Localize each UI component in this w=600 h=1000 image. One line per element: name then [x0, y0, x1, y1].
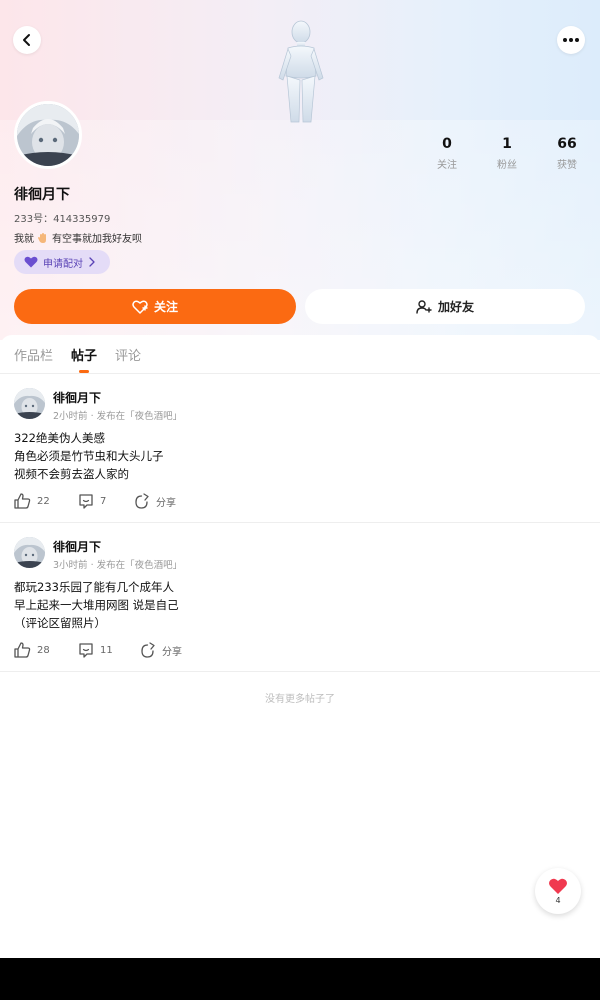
share-icon — [141, 642, 155, 658]
more-icon — [563, 38, 579, 42]
post-body: 都玩233乐园了能有几个成年人 早上起来一大堆用网图 说是自己 （评论区留照片） — [14, 578, 179, 632]
post-author[interactable]: 徘徊月下 — [53, 389, 101, 406]
like-icon — [14, 493, 31, 509]
like-button[interactable]: 22 — [14, 493, 78, 509]
stat-following-value: 0 — [442, 136, 452, 152]
post-body: 322绝美伪人美感 角色必须是竹节虫和大头儿子 视频不会剪去盗人家的 — [14, 429, 164, 483]
stat-following[interactable]: 0 关注 — [417, 136, 477, 171]
add-user-icon — [416, 299, 432, 314]
chevron-right-icon — [89, 257, 95, 267]
match-request-label: 申请配对 — [43, 258, 83, 270]
post-divider — [0, 522, 600, 523]
profile-bio: 我就 有空事就加我好友呗 — [14, 230, 142, 245]
profile-stats: 0 关注 1 粉丝 66 获赞 — [417, 136, 597, 171]
profile-uid: 233号：414335979 — [14, 214, 111, 225]
post-line: （评论区留照片） — [14, 616, 106, 630]
no-more-posts: 没有更多帖子了 — [265, 694, 335, 705]
like-count: 22 — [37, 495, 50, 507]
post-author[interactable]: 徘徊月下 — [53, 538, 101, 555]
post-actions: 28 11 分享 — [14, 642, 182, 658]
share-button[interactable]: 分享 — [134, 493, 176, 509]
post-avatar-image — [14, 537, 45, 568]
stat-likes-label: 获赞 — [557, 160, 577, 171]
tabs-divider — [0, 373, 600, 374]
share-icon — [135, 493, 149, 509]
floating-heart-count: 4 — [555, 895, 561, 905]
stat-likes[interactable]: 66 获赞 — [537, 136, 597, 171]
bio-text-after: 有空事就加我好友呗 — [52, 234, 142, 245]
like-button[interactable]: 28 — [14, 642, 78, 658]
share-button[interactable]: 分享 — [140, 642, 182, 658]
comment-button[interactable]: 7 — [78, 493, 134, 509]
share-label: 分享 — [162, 646, 182, 658]
stat-following-label: 关注 — [437, 160, 457, 171]
comment-icon — [79, 643, 93, 658]
post-actions: 22 7 分享 — [14, 493, 176, 509]
tab-posts[interactable]: 帖子 — [71, 345, 97, 373]
add-friend-button[interactable]: 加好友 — [305, 289, 585, 324]
follow-heart-icon — [132, 300, 148, 314]
post-line: 角色必须是竹节虫和大头儿子 — [14, 449, 164, 463]
post-line: 都玩233乐园了能有几个成年人 — [14, 580, 174, 594]
post-line: 早上起来一大堆用网图 说是自己 — [14, 598, 179, 612]
bio-text-before: 我就 — [14, 234, 34, 245]
more-button[interactable] — [557, 26, 585, 54]
comment-button[interactable]: 11 — [78, 642, 140, 658]
hand-emoji-icon — [38, 232, 46, 243]
stat-fans-label: 粉丝 — [497, 160, 517, 171]
avatar-image — [17, 104, 79, 166]
comment-icon — [79, 494, 93, 509]
like-icon — [14, 642, 31, 658]
match-request-button[interactable]: 申请配对 — [14, 250, 110, 274]
post-meta: 3小时前 · 发布在「夜色酒吧」 — [53, 560, 183, 571]
system-navigation-bar — [0, 958, 600, 1000]
post-divider — [0, 671, 600, 672]
stat-fans-value: 1 — [502, 136, 512, 152]
back-icon — [23, 34, 30, 46]
post-meta: 2小时前 · 发布在「夜色酒吧」 — [53, 411, 183, 422]
follow-label: 关注 — [153, 300, 178, 314]
follow-button[interactable]: 关注 — [14, 289, 296, 324]
post-line: 视频不会剪去盗人家的 — [14, 467, 129, 481]
stat-fans[interactable]: 1 粉丝 — [477, 136, 537, 171]
profile-tabs: 作品栏 帖子 评论 — [14, 345, 141, 373]
comment-count: 7 — [100, 495, 107, 507]
avatar-figure — [278, 20, 324, 123]
post-avatar[interactable] — [14, 388, 45, 419]
post-line: 322绝美伪人美感 — [14, 431, 105, 445]
tab-comments[interactable]: 评论 — [115, 345, 141, 373]
tab-works[interactable]: 作品栏 — [14, 345, 53, 373]
add-friend-label: 加好友 — [437, 300, 474, 314]
heart-icon — [549, 878, 567, 894]
comment-count: 11 — [100, 644, 113, 656]
share-label: 分享 — [156, 497, 176, 509]
floating-heart-button[interactable]: 4 — [535, 868, 581, 914]
like-count: 28 — [37, 644, 50, 656]
post-avatar-image — [14, 388, 45, 419]
profile-avatar[interactable] — [14, 101, 82, 169]
post-avatar[interactable] — [14, 537, 45, 568]
heart-icon — [24, 256, 38, 268]
back-button[interactable] — [13, 26, 41, 54]
profile-name: 徘徊月下 — [14, 187, 70, 203]
stat-likes-value: 66 — [557, 136, 577, 152]
